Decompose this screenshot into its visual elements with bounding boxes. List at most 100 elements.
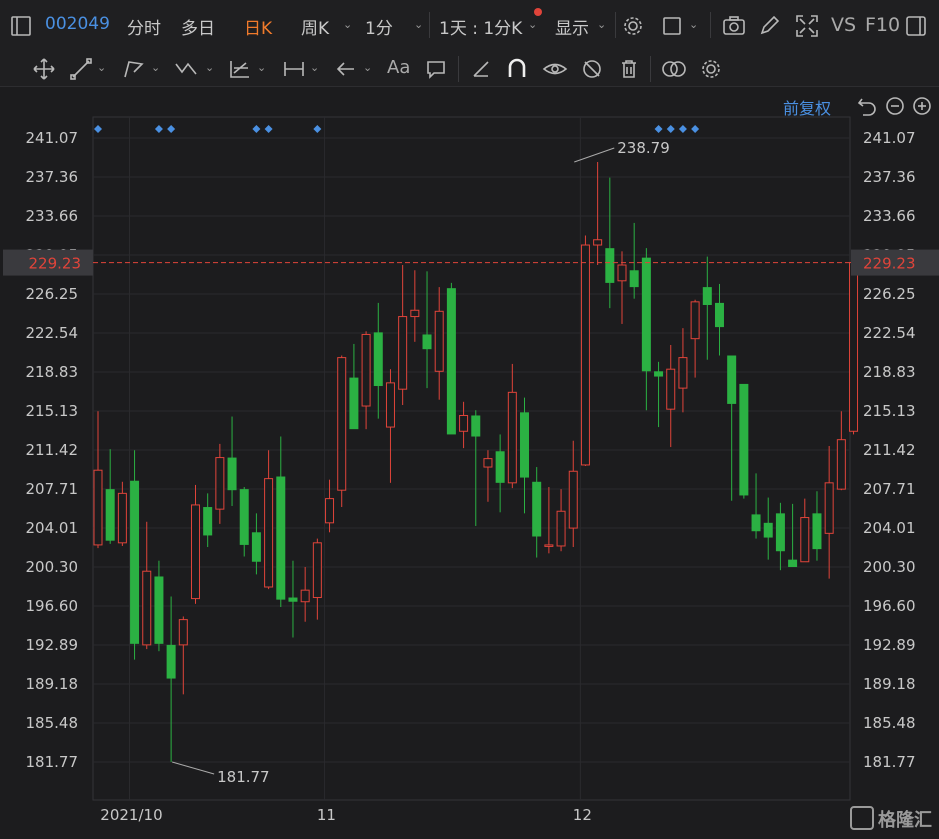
candle	[775, 502, 785, 571]
candle	[276, 436, 286, 607]
candle	[800, 498, 810, 563]
candle	[495, 434, 505, 513]
candle-body	[727, 355, 737, 404]
candle	[373, 302, 383, 419]
event-marker	[666, 125, 675, 133]
y-tick-label-right: 204.01	[863, 519, 916, 537]
candle-body	[459, 414, 469, 432]
y-tick-label-left: 200.30	[26, 558, 79, 576]
candle	[105, 449, 115, 544]
y-tick-label-left: 226.25	[26, 285, 79, 303]
candle	[556, 489, 566, 552]
candle	[654, 361, 664, 428]
candle-body	[446, 288, 456, 435]
candle-body	[666, 368, 676, 410]
candle	[385, 369, 395, 483]
candle-body	[93, 469, 103, 546]
candle	[507, 363, 517, 489]
candle	[849, 261, 859, 435]
y-tick-label-right: 211.42	[863, 441, 916, 459]
candle	[629, 222, 639, 299]
candle-body	[130, 480, 140, 644]
candle-body	[410, 309, 420, 318]
candle-body	[337, 357, 347, 491]
y-tick-label-right: 207.71	[863, 480, 916, 498]
candle-body	[471, 415, 481, 437]
candle-body	[398, 316, 408, 390]
candle-body	[300, 589, 310, 603]
candle-body	[178, 619, 188, 646]
event-marker	[313, 125, 322, 133]
candle	[568, 440, 578, 548]
y-tick-label-right: 218.83	[863, 363, 916, 381]
candle	[483, 450, 493, 502]
y-tick-label-right: 222.54	[863, 324, 916, 342]
candle-body	[288, 597, 298, 602]
candlestick-chart[interactable]: 241.07 241.07 237.36 237.36 233.66 233.66 229.…	[0, 0, 939, 839]
candle	[739, 383, 749, 499]
event-marker	[264, 125, 273, 133]
candle-body	[812, 513, 822, 550]
y-tick-label-left: 181.77	[26, 753, 79, 771]
candle	[398, 265, 408, 405]
candle	[678, 328, 688, 413]
candle	[666, 344, 676, 448]
candle-body	[641, 257, 651, 372]
candle	[446, 282, 456, 435]
candle-body	[775, 513, 785, 552]
event-marker	[94, 125, 102, 133]
candle	[130, 450, 140, 660]
y-tick-label-right: 237.36	[863, 168, 916, 186]
candle	[154, 560, 164, 652]
candle	[471, 410, 481, 526]
candle-body	[714, 302, 724, 328]
candle-body	[690, 301, 700, 340]
candle-body	[788, 559, 798, 568]
y-tick-label-left: 196.60	[26, 597, 79, 615]
candle-body	[227, 457, 237, 491]
candle-body	[532, 481, 542, 537]
candle-body	[556, 510, 566, 547]
candle-body	[105, 489, 115, 541]
candle	[203, 493, 213, 548]
candle	[836, 411, 846, 491]
y-tick-label-left: 189.18	[26, 675, 79, 693]
current-price-label-right: 229.23	[863, 255, 916, 273]
low-label: 181.77	[217, 768, 270, 786]
candle	[702, 256, 712, 360]
y-tick-label-right: 196.60	[863, 597, 916, 615]
candle	[727, 355, 737, 501]
candle-body	[264, 478, 274, 588]
candle	[93, 411, 103, 549]
candle	[763, 497, 773, 560]
y-tick-label-right: 189.18	[863, 675, 916, 693]
candle-body	[434, 310, 444, 372]
candle-body	[763, 522, 773, 538]
candle-body	[739, 383, 749, 496]
candle	[410, 270, 420, 342]
candle	[520, 397, 530, 514]
y-tick-label-left: 204.01	[26, 519, 79, 537]
y-tick-label-right: 215.13	[863, 402, 916, 420]
event-marker	[678, 125, 687, 133]
candle-body	[190, 504, 200, 600]
x-tick-label: 2021/10	[100, 806, 162, 824]
logo: 格隆汇	[850, 806, 932, 832]
candle	[239, 487, 249, 557]
candle	[459, 401, 469, 449]
candle-body	[654, 371, 664, 377]
event-marker	[167, 125, 176, 133]
candle-body	[836, 439, 846, 490]
candle-body	[544, 544, 554, 547]
y-tick-label-left: 211.42	[26, 441, 79, 459]
y-tick-label-left: 215.13	[26, 402, 79, 420]
candle-body	[349, 377, 359, 430]
event-marker	[154, 125, 163, 133]
event-marker	[252, 125, 261, 133]
candle	[337, 355, 347, 508]
candle-body	[702, 287, 712, 305]
candle	[215, 443, 225, 524]
candle-body	[312, 542, 322, 599]
y-tick-label-right: 200.30	[863, 558, 916, 576]
y-tick-label-left: 237.36	[26, 168, 79, 186]
